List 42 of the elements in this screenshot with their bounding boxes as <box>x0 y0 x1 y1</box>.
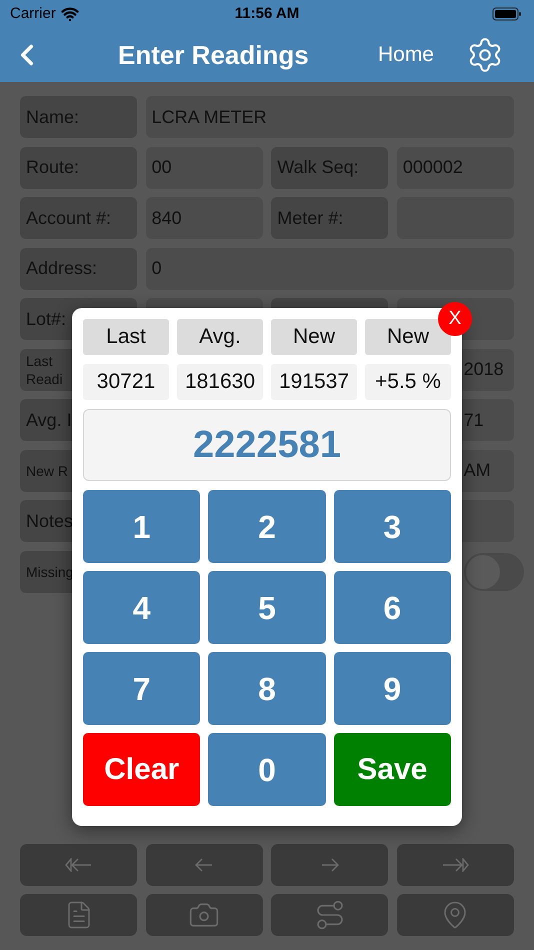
column-header: New <box>271 319 357 355</box>
camera-button[interactable] <box>146 894 263 936</box>
skip-arrow-icon <box>441 858 470 872</box>
digit-key[interactable]: 6 <box>334 571 451 644</box>
field-value: 00 <box>146 146 263 188</box>
digit-key[interactable]: 4 <box>83 571 200 644</box>
reading-value: 181630 <box>177 364 263 400</box>
digit-key[interactable]: 7 <box>83 652 200 725</box>
save-button[interactable]: Save <box>334 733 451 806</box>
field-value: 000002 <box>396 146 514 188</box>
wifi-icon <box>60 5 79 23</box>
field-value: LCRA METER <box>146 96 514 138</box>
route-button[interactable] <box>271 894 388 936</box>
digit-key[interactable]: 1 <box>83 490 200 563</box>
last-record-button[interactable] <box>396 844 514 886</box>
digit-key[interactable]: 9 <box>334 652 451 725</box>
previous-button[interactable] <box>146 844 263 886</box>
digit-key[interactable]: 0 <box>208 733 326 806</box>
reading-display: 2222581 <box>83 409 451 481</box>
field-value: 840 <box>146 197 263 239</box>
document-button[interactable] <box>20 894 138 936</box>
field-value: 0 <box>146 248 514 290</box>
carrier-label: Carrier <box>10 4 56 24</box>
reading-value: +5.5 % <box>365 364 451 400</box>
clear-button[interactable]: Clear <box>83 733 200 806</box>
digit-key[interactable]: 3 <box>334 490 451 563</box>
first-record-button[interactable] <box>20 844 138 886</box>
reading-value: 191537 <box>271 364 357 400</box>
battery-icon <box>492 7 522 21</box>
page-title: Enter Readings <box>118 38 309 72</box>
digit-key[interactable]: 2 <box>208 490 326 563</box>
digit-key[interactable]: 8 <box>208 652 326 725</box>
location-button[interactable] <box>396 894 514 936</box>
column-header: Last <box>83 319 169 355</box>
status-time: 11:56 AM <box>234 4 300 24</box>
reading-value: 30721 <box>83 364 169 400</box>
skip-arrow-icon <box>64 858 93 872</box>
next-button[interactable] <box>271 844 388 886</box>
digit-key[interactable]: 5 <box>208 571 326 644</box>
column-header: Avg. <box>177 319 263 355</box>
toggle-switch[interactable] <box>464 552 524 590</box>
home-link[interactable]: Home <box>378 39 434 71</box>
